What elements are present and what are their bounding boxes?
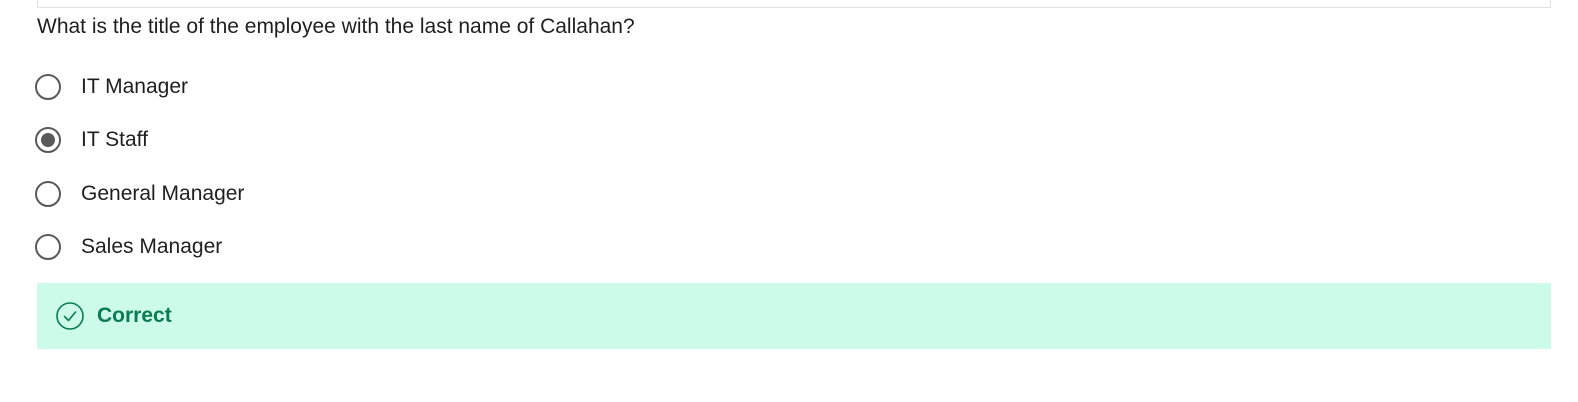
option-label: General Manager: [81, 181, 245, 205]
option-general-manager[interactable]: General Manager: [35, 176, 635, 211]
feedback-text: Correct: [97, 304, 172, 327]
radio-button-unselected[interactable]: [35, 73, 61, 100]
question-text: What is the title of the employee with t…: [37, 15, 635, 38]
radio-button-selected[interactable]: [35, 127, 61, 153]
feedback-banner: Correct: [37, 283, 1551, 349]
option-label: IT Manager: [81, 74, 188, 98]
radio-button-unselected[interactable]: [35, 234, 61, 260]
answer-options: IT Manager IT Staff General Manager Sale…: [35, 69, 635, 283]
radio-button-unselected[interactable]: [35, 180, 61, 207]
option-it-manager[interactable]: IT Manager: [35, 69, 635, 104]
previous-section-border: [37, 0, 1551, 8]
check-circle-icon: [56, 302, 84, 330]
option-sales-manager[interactable]: Sales Manager: [35, 230, 635, 265]
option-label: Sales Manager: [81, 235, 223, 258]
quiz-page: What is the title of the employee with t…: [0, 0, 1578, 402]
option-label: IT Staff: [81, 128, 148, 151]
radio-selected-dot: [41, 133, 55, 147]
option-it-staff[interactable]: IT Staff: [35, 123, 635, 158]
